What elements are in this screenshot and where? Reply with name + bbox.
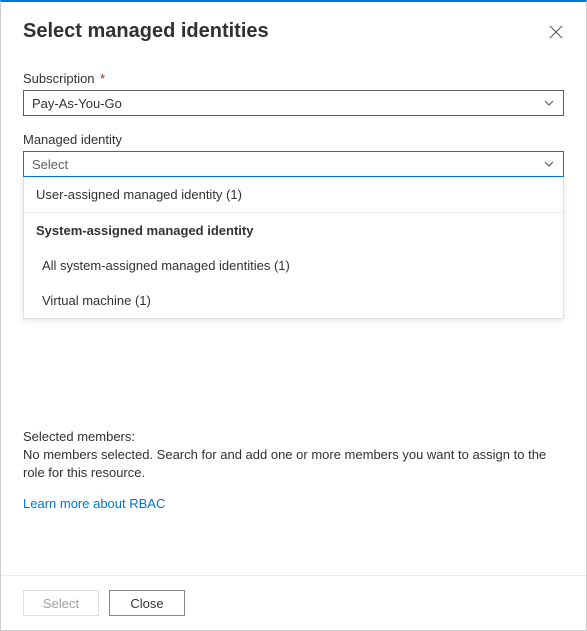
managed-identity-label: Managed identity [23, 132, 564, 147]
dropdown-option-all-system[interactable]: All system-assigned managed identities (… [24, 248, 563, 283]
panel-body: Subscription * Pay-As-You-Go Managed ide… [1, 53, 586, 575]
panel-title: Select managed identities [23, 20, 269, 43]
selected-members-title: Selected members: [23, 429, 564, 444]
chevron-down-icon [543, 158, 555, 170]
dropdown-option-virtual-machine[interactable]: Virtual machine (1) [24, 283, 563, 318]
managed-identity-select[interactable]: Select [23, 151, 564, 177]
subscription-select[interactable]: Pay-As-You-Go [23, 90, 564, 116]
dropdown-option-user-assigned[interactable]: User-assigned managed identity (1) [24, 177, 563, 212]
required-indicator: * [100, 71, 105, 86]
selected-members-block: Selected members: No members selected. S… [23, 429, 564, 482]
learn-more-rbac-link[interactable]: Learn more about RBAC [23, 496, 165, 511]
managed-identity-placeholder: Select [32, 157, 68, 172]
close-icon[interactable] [548, 24, 564, 40]
panel-footer: Select Close [1, 575, 586, 630]
subscription-value: Pay-As-You-Go [32, 96, 122, 111]
dropdown-group-system-assigned: System-assigned managed identity [24, 212, 563, 248]
selected-members-description: No members selected. Search for and add … [23, 446, 564, 482]
subscription-label-text: Subscription [23, 71, 95, 86]
chevron-down-icon [543, 97, 555, 109]
subscription-label: Subscription * [23, 71, 564, 86]
select-button[interactable]: Select [23, 590, 99, 616]
managed-identity-dropdown: User-assigned managed identity (1) Syste… [23, 177, 564, 319]
panel-header: Select managed identities [1, 2, 586, 53]
close-button[interactable]: Close [109, 590, 185, 616]
